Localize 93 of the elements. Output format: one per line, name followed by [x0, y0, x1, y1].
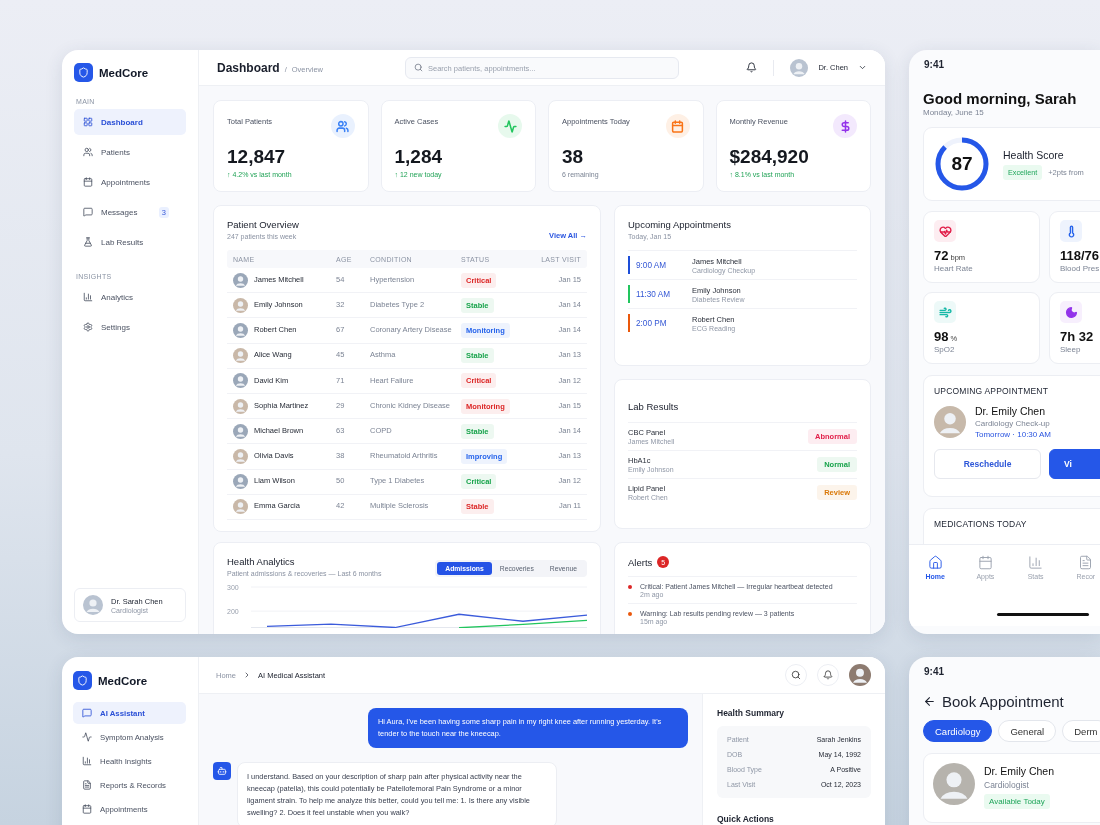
users-icon	[83, 147, 93, 157]
message-icon	[82, 708, 92, 718]
nav-item[interactable]: Lab Results	[74, 229, 186, 255]
appointment-time: 11:30 AM	[628, 285, 692, 303]
calendar-icon	[83, 177, 93, 187]
vital-value: 118/76	[1060, 248, 1100, 263]
vital-value: 7h 32	[1060, 329, 1094, 344]
avatar	[83, 595, 103, 615]
panel-title: Health Summary	[717, 708, 786, 718]
section-heading: UPCOMING APPOINTMENT	[934, 386, 1050, 396]
avatar	[849, 664, 871, 686]
score-value: 87	[951, 153, 973, 175]
bell-icon	[823, 670, 833, 680]
filter-chip[interactable]: Cardiology	[923, 720, 993, 742]
greeting: Good morning, Sarah	[923, 90, 1078, 107]
status-time: 9:41	[924, 59, 945, 70]
bar-chart-icon	[82, 756, 92, 766]
chevron-down-icon[interactable]	[858, 63, 867, 72]
score-title: Health Score	[1003, 148, 1065, 161]
nav-item[interactable]: Dashboard	[74, 109, 186, 135]
appointment-time: 2:00 PM	[628, 314, 692, 332]
stat-value: 12,847	[227, 146, 287, 168]
calendar-icon	[82, 804, 92, 814]
action-button[interactable]: Reschedule	[934, 449, 1041, 479]
date: Monday, June 15	[923, 108, 985, 117]
avatar	[233, 322, 248, 338]
bar-chart-icon	[83, 292, 93, 302]
search-icon	[791, 670, 801, 680]
nav-item[interactable]: Appointments	[74, 169, 186, 195]
document-icon	[1078, 555, 1094, 570]
doctor-specialty: Cardiology Check-up	[975, 419, 1051, 428]
doctor-name: Dr. Emily Chen	[975, 405, 1047, 417]
vital-label: Heart Rate	[934, 264, 974, 273]
vital-label: Sleep	[1060, 345, 1082, 354]
nav-item[interactable]: Analytics	[74, 284, 186, 310]
chevron-right-icon	[243, 671, 251, 679]
stat-value: 38	[562, 146, 585, 168]
avatar	[233, 423, 248, 439]
flask-icon	[83, 237, 93, 247]
avatar	[233, 297, 248, 313]
appointment-time: 9:00 AM	[628, 256, 692, 274]
calendar-icon	[977, 555, 993, 570]
bar-chart-icon	[1028, 555, 1044, 570]
avatar	[233, 348, 248, 364]
avatar	[233, 373, 248, 389]
filter-chip[interactable]: Derm	[1062, 720, 1100, 742]
avatar	[233, 474, 248, 490]
page-title: Dashboard	[217, 60, 280, 75]
doctor-name: Dr. Emily Chen	[984, 765, 1055, 777]
grid-icon	[83, 117, 93, 127]
vital-label: Blood Pres	[1060, 264, 1100, 273]
document-icon	[82, 780, 92, 790]
nav-item[interactable]: Settings	[74, 314, 186, 340]
back-arrow-icon[interactable]	[923, 695, 936, 708]
avatar	[790, 58, 809, 77]
availability-badge: Available Today	[984, 794, 1050, 809]
logo-icon	[74, 63, 93, 82]
card-title: Lab Results	[628, 401, 680, 412]
message-icon	[83, 207, 93, 217]
nav-item[interactable]: Patients	[74, 139, 186, 165]
settings-icon	[83, 322, 93, 332]
logo-icon	[73, 671, 92, 690]
action-button[interactable]: Vi	[1049, 449, 1100, 479]
appointment-time: Tomorrow · 10:30 AM	[975, 430, 1052, 439]
vital-label: SpO2	[934, 345, 956, 354]
brand-name: MedCore	[98, 674, 148, 687]
avatar	[233, 398, 248, 414]
panel-title: Quick Actions	[717, 814, 775, 824]
score-ring	[935, 137, 989, 191]
bot-icon	[213, 762, 231, 781]
section-heading: MEDICATIONS TODAY	[934, 519, 1028, 529]
card-title: Patient Overview	[227, 219, 299, 230]
filter-chip[interactable]: General	[998, 720, 1057, 742]
vital-value: 72	[934, 248, 949, 263]
card-title: Alerts	[628, 556, 653, 568]
avatar	[233, 499, 248, 515]
card-title: Health Analytics	[227, 556, 296, 567]
avatar	[233, 272, 248, 288]
doctor-role: Cardiologist	[984, 780, 1030, 790]
vital-value: 98	[934, 329, 949, 344]
avatar	[933, 763, 975, 805]
status-time: 9:41	[924, 666, 945, 677]
brand-name: MedCore	[99, 66, 149, 79]
screen-title: Book Appointment	[942, 693, 1064, 710]
pulse-icon	[82, 732, 92, 742]
search-icon	[414, 62, 423, 72]
avatar	[233, 448, 248, 464]
stat-value: 1,284	[394, 146, 444, 168]
card-title: Upcoming Appointments	[628, 219, 732, 230]
stat-value: $284,920	[729, 146, 810, 168]
notification-icon[interactable]	[746, 62, 758, 73]
avatar	[934, 406, 966, 438]
home-icon	[927, 555, 943, 570]
